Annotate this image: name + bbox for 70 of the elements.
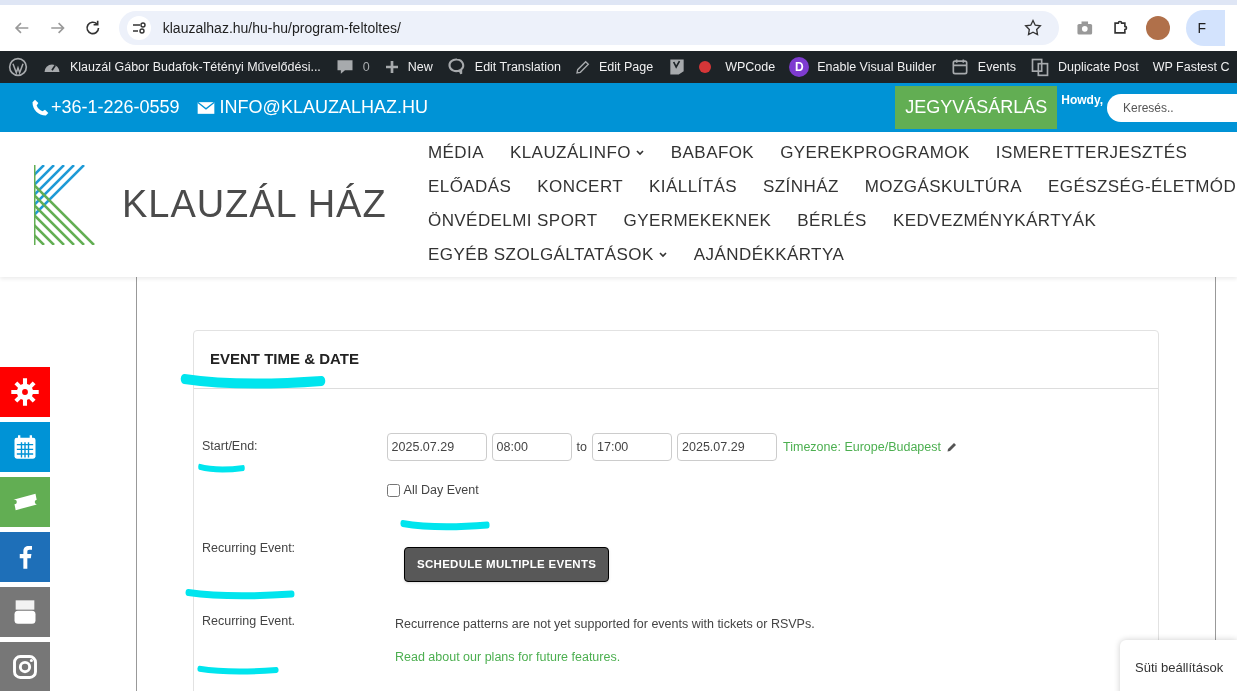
camera-icon — [1074, 18, 1095, 38]
nav-link[interactable]: MOZGÁSKULTÚRA — [864, 174, 1022, 200]
admin-bar-link[interactable]: Edit Translation — [474, 57, 561, 77]
checkbox-label[interactable]: All Day Event — [403, 481, 479, 500]
admin-bar-link[interactable]: WP Fastest C — [1152, 57, 1230, 77]
pencil-icon — [574, 59, 591, 75]
comment-count[interactable]: 0 — [362, 57, 370, 77]
nav-link[interactable]: EGYÉB SZOLGÁLTATÁSOK — [428, 242, 668, 268]
date-field[interactable]: 2025.07.29 — [386, 433, 487, 461]
builder-logo-icon: D — [789, 57, 810, 77]
nav-link[interactable]: AJÁNDÉKKÁRTYA — [693, 242, 845, 268]
phone-icon — [30, 97, 50, 118]
time-field[interactable]: 08:00 — [491, 433, 572, 461]
nav-link[interactable]: ÖNVÉDELMI SPORT — [428, 208, 598, 234]
speech-bubble-icon — [446, 57, 467, 77]
admin-bar-link[interactable]: Duplicate Post — [1058, 57, 1139, 77]
nav-link[interactable]: GYERMEKEKNEK — [623, 208, 772, 234]
nav-link[interactable]: MÉDIA — [428, 140, 484, 166]
card-title: EVENT TIME & DATE — [210, 349, 359, 370]
greeting-text: Howdy, — [1061, 92, 1103, 109]
nav-link[interactable]: BABAFOK — [670, 140, 755, 166]
time-field[interactable]: 17:00 — [592, 433, 673, 461]
nav-link[interactable]: ISMERETTERJESZTÉS — [995, 140, 1188, 166]
info-text: Recurrence patterns are not yet supported for events with tickets or RSVPs. — [395, 615, 815, 633]
highlight-stroke — [198, 462, 245, 474]
admin-bar-link[interactable]: WPCode — [725, 57, 776, 77]
admin-bar-link[interactable]: Enable Visual Builder — [817, 57, 936, 77]
chevron-down-icon — [657, 250, 668, 260]
date-field[interactable]: 2025.07.29 — [677, 433, 778, 461]
url-text: klauzalhaz.hu/hu-hu/program-feltoltes/ — [162, 18, 402, 38]
admin-bar-link[interactable]: New — [407, 57, 433, 77]
pencil-icon — [946, 441, 958, 453]
social-button[interactable] — [0, 642, 50, 691]
admin-bar-link[interactable]: Events — [977, 57, 1017, 77]
nav-link[interactable]: ELŐADÁS — [428, 174, 512, 200]
nav-link[interactable]: KONCERT — [537, 174, 624, 200]
field-label: Recurring Event. — [202, 612, 297, 630]
checkbox[interactable] — [386, 483, 400, 497]
nav-link[interactable]: KEDVEZMÉNYKÁRTYÁK — [892, 208, 1097, 234]
nav-link[interactable]: SZÍNHÁZ — [763, 174, 839, 200]
star-icon — [1022, 18, 1043, 38]
nav-link[interactable]: KIÁLLÍTÁS — [649, 174, 737, 200]
site-info-icon[interactable] — [126, 16, 151, 40]
chevron-down-icon — [634, 148, 645, 158]
copy-icon — [1030, 57, 1051, 77]
gear-icon — [11, 378, 39, 406]
plus-icon — [383, 59, 400, 75]
to-text: to — [576, 438, 588, 456]
cookie-settings-button[interactable]: Süti beállítások — [1120, 640, 1237, 691]
instagram-icon — [11, 653, 39, 681]
social-button[interactable] — [0, 587, 50, 637]
nav-link[interactable]: KLAUZÁLINFO — [509, 140, 645, 166]
logo-text[interactable]: KLAUZÁL HÁZ — [122, 176, 387, 233]
admin-bar-link[interactable]: Edit Page — [598, 57, 654, 77]
social-button[interactable] — [0, 367, 50, 417]
field-label: Recurring Event: — [202, 539, 297, 557]
field-label: Start/End: — [202, 438, 258, 455]
profile-button[interactable]: F — [1185, 10, 1225, 46]
avatar[interactable] — [1146, 16, 1170, 40]
nav-link[interactable]: EGÉSZSÉG-ÉLETMÓD — [1048, 174, 1237, 200]
schedule-button[interactable]: SCHEDULE MULTIPLE EVENTS — [404, 546, 610, 582]
site-name-link[interactable]: Klauzál Gábor Budafok-Tétényi Művelődési... — [70, 57, 321, 77]
social-button[interactable] — [0, 477, 50, 527]
social-button[interactable] — [0, 422, 50, 472]
nav-link[interactable]: GYEREKPROGRAMOK — [780, 140, 970, 166]
search-field[interactable]: Keresés.. — [1107, 93, 1237, 122]
nav-link[interactable]: BÉRLÉS — [797, 208, 867, 234]
address-bar[interactable]: klauzalhaz.hu/hu-hu/program-feltoltes/ — [118, 11, 1059, 45]
wordpress-icon — [8, 57, 28, 77]
social-button[interactable] — [0, 532, 50, 582]
